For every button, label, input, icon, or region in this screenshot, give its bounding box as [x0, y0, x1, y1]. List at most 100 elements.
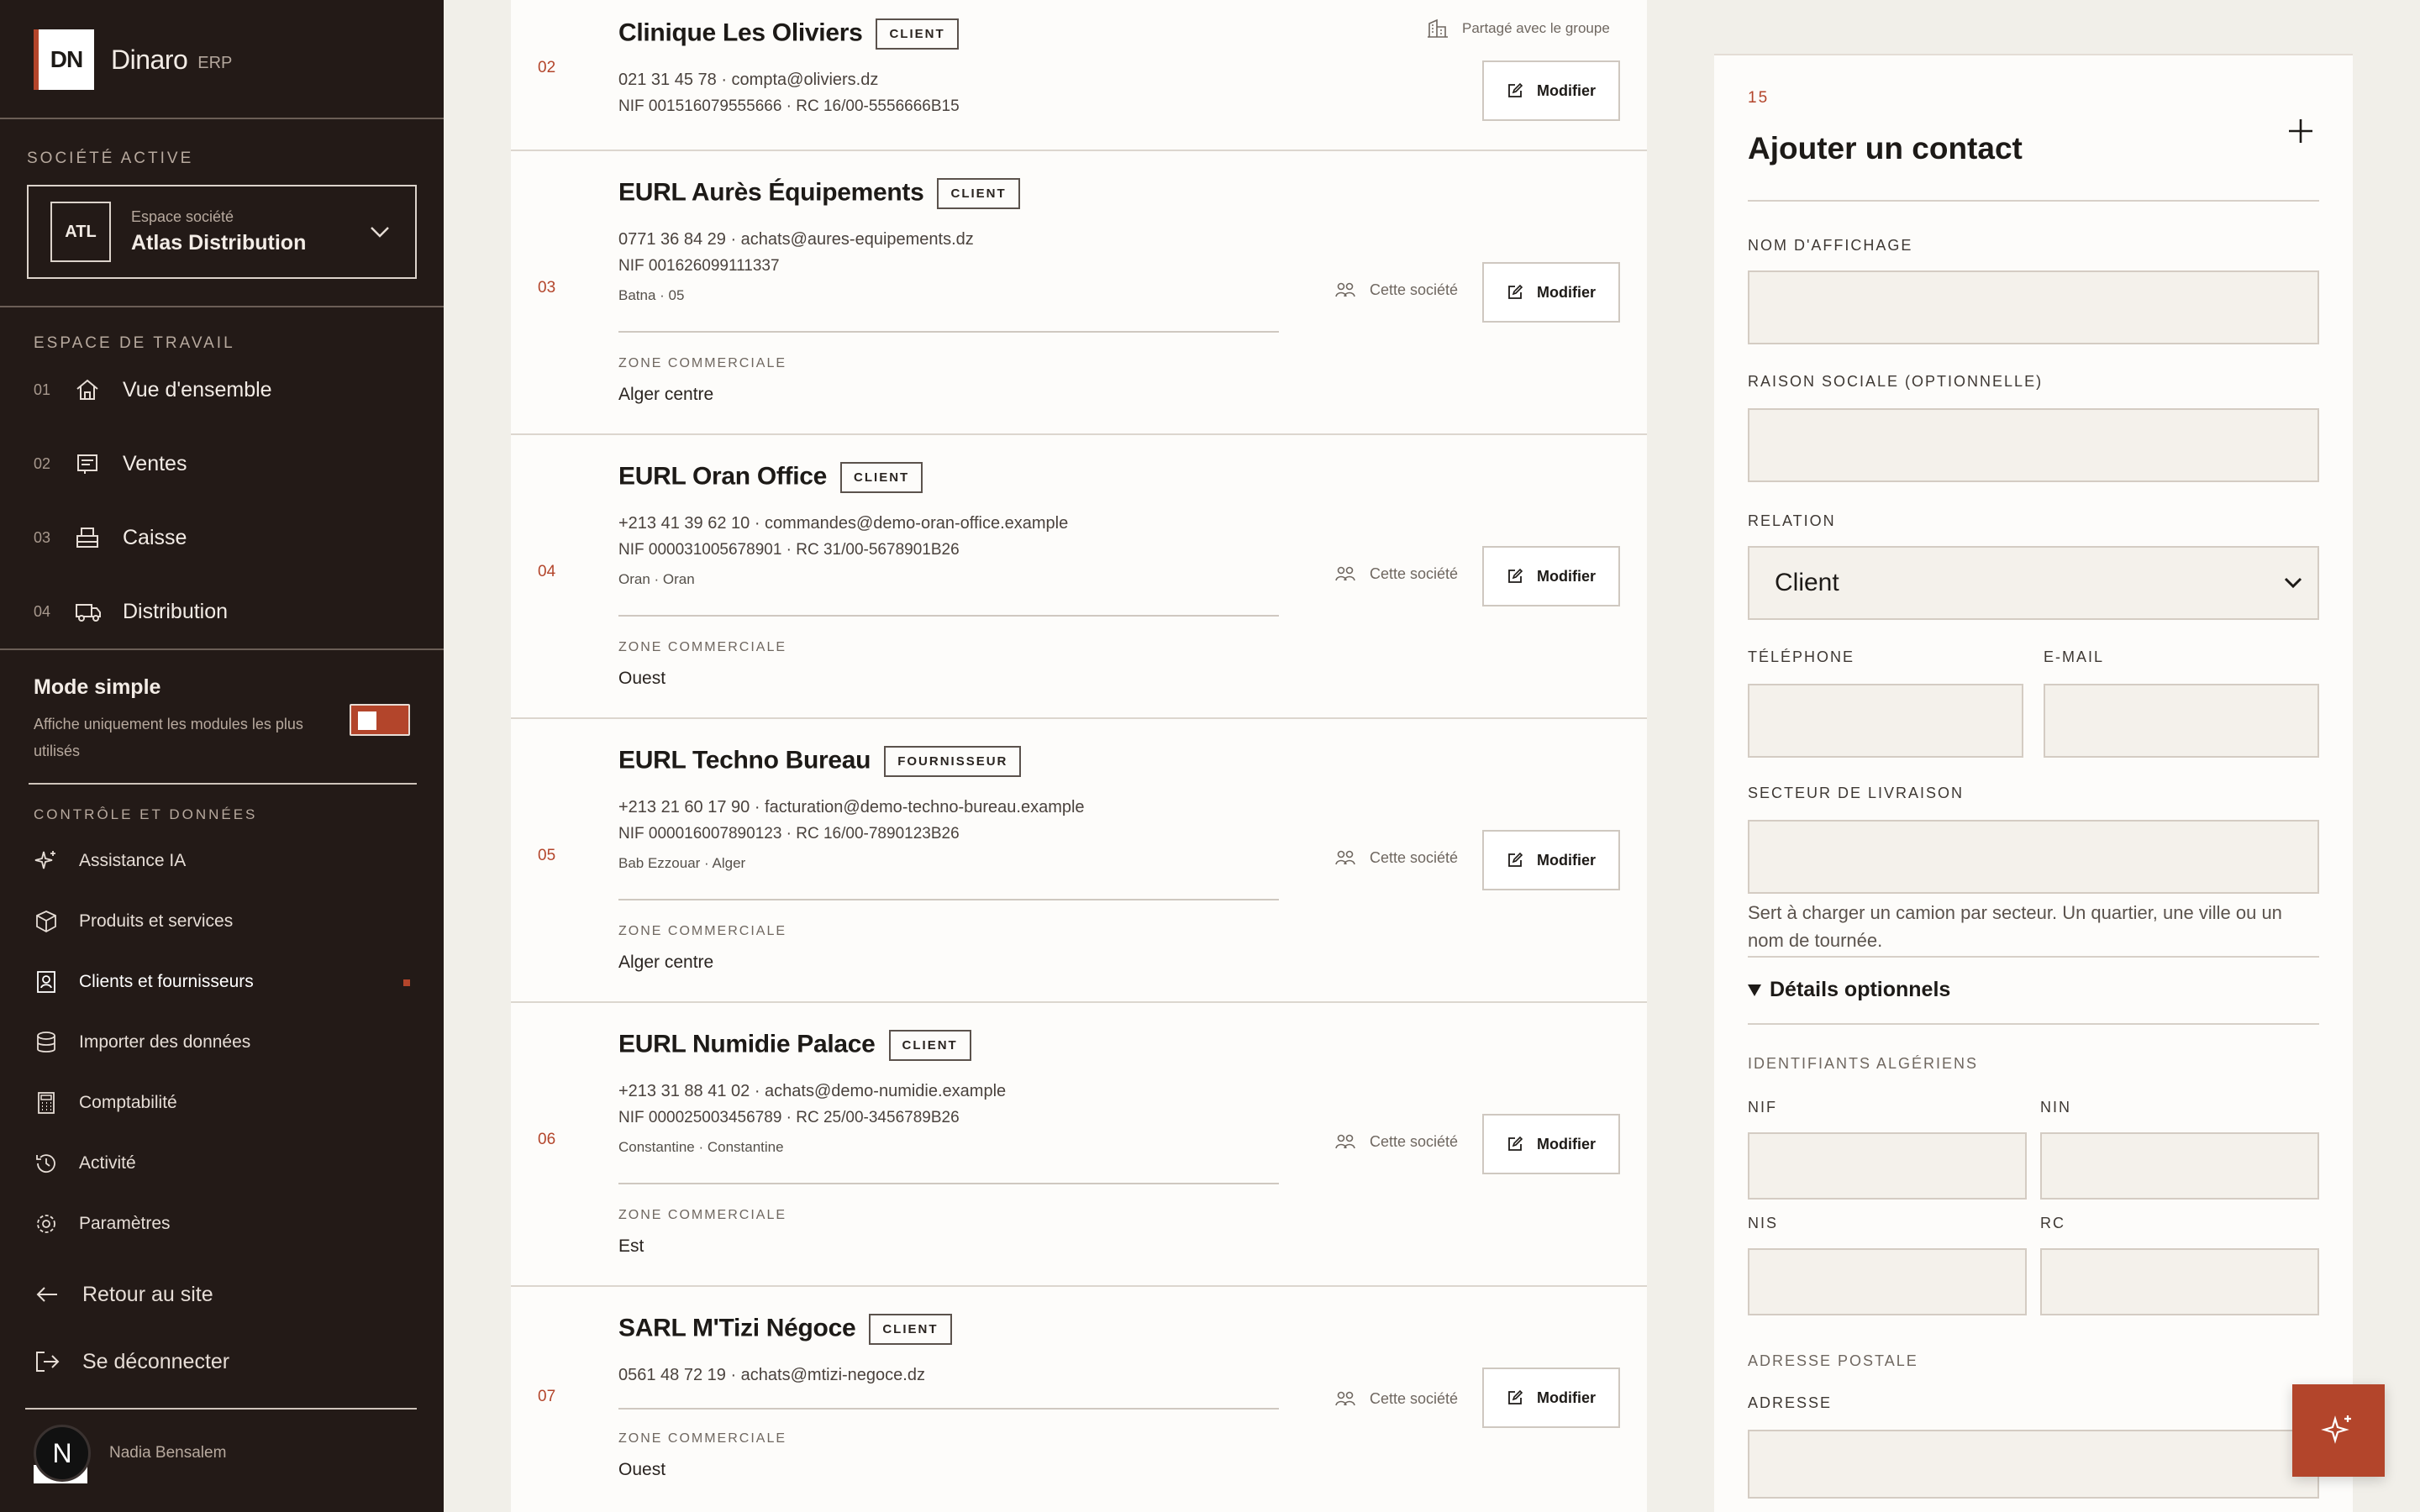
nav-item-sales[interactable]: 02 Ventes [34, 444, 187, 484]
nav-item-activity[interactable]: Activité [34, 1147, 136, 1180]
workspace-nav: 01 Vue d'ensemble 02 Ventes 03 Caisse 04 [0, 370, 444, 647]
toggle-knob [358, 711, 376, 730]
user-name: Nadia Bensalem [109, 1444, 227, 1462]
row-divider [618, 1183, 1279, 1184]
delivery-sector-hint: Sert à charger un camion par secteur. Un… [1748, 902, 2282, 951]
contact-row: 05 EURL Techno Bureau FOURNISSEUR +213 21… [511, 719, 1647, 1003]
phone-input[interactable] [1748, 684, 2023, 758]
add-contact-panel: 15 Ajouter un contact NOM D'AFFICHAGE RA… [1714, 54, 2353, 1512]
contact-name-text: SARL M'Tizi Négoce [618, 1314, 856, 1342]
nav-item-cash[interactable]: 03 Caisse [34, 517, 187, 558]
nav-item-ai-assistance[interactable]: Assistance IA [34, 844, 186, 878]
contact-name: EURL Numidie Palace CLIENT [618, 1030, 971, 1061]
nav-item-products[interactable]: Produits et services [34, 905, 233, 938]
relation-tag: FOURNISSEUR [884, 746, 1022, 777]
contact-name-text: EURL Techno Bureau [618, 746, 871, 774]
divider [29, 783, 417, 785]
contact-details: +213 31 88 41 02 · achats@demo-numidie.e… [618, 1082, 1007, 1100]
plus-icon[interactable] [2287, 118, 2314, 149]
nav-label: Caisse [123, 525, 187, 549]
email-input[interactable] [2044, 684, 2319, 758]
edit-icon [1508, 1136, 1523, 1151]
contact-name-text: EURL Aurès Équipements [618, 178, 924, 207]
chevron-down-icon [363, 226, 397, 238]
contact-row: 06 EURL Numidie Palace CLIENT +213 31 88 … [511, 1003, 1647, 1287]
nav-item-clients-suppliers[interactable]: Clients et fournisseurs [34, 965, 254, 999]
nin-input[interactable] [2040, 1132, 2319, 1200]
contact-name: EURL Oran Office CLIENT [618, 462, 923, 493]
company-badge: ATL [50, 202, 111, 262]
nav-item-distribution[interactable]: 04 Distribution [34, 591, 228, 632]
optional-details-toggle[interactable]: Détails optionnels [1748, 978, 1950, 1002]
zone-label: ZONE COMMERCIALE [618, 356, 787, 370]
nav-label: Importer des données [79, 1032, 251, 1052]
users-icon [1335, 566, 1355, 581]
users-icon [1335, 1134, 1355, 1149]
contact-details: 0771 36 84 29 · achats@aures-equipements… [618, 230, 974, 249]
nav-number: 04 [34, 602, 51, 620]
nif-label: NIF [1748, 1099, 1777, 1116]
chevron-down-icon [2284, 577, 2302, 589]
nav-item-overview[interactable]: 01 Vue d'ensemble [34, 370, 272, 410]
gear-icon [34, 1211, 79, 1236]
contact-name-text: Clinique Les Oliviers [618, 18, 863, 47]
relation-select[interactable]: Client [1748, 546, 2319, 620]
register-icon [74, 524, 111, 551]
contact-row: 03 EURL Aurès Équipements CLIENT 0771 36 … [511, 151, 1647, 435]
back-to-site-link[interactable]: Retour au site [34, 1276, 213, 1313]
contact-details: 0561 48 72 19 · achats@mtizi-negoce.dz [618, 1366, 925, 1384]
address-input[interactable] [1748, 1430, 2319, 1499]
nav-label: Vue d'ensemble [123, 377, 272, 402]
row-divider [618, 331, 1279, 333]
edit-button[interactable]: Modifier [1482, 830, 1620, 890]
row-number: 04 [538, 563, 556, 580]
logout-link[interactable]: Se déconnecter [34, 1343, 229, 1380]
relation-tag: CLIENT [937, 178, 1020, 209]
nav-item-accounting[interactable]: Comptabilité [34, 1086, 177, 1120]
contact-ids: NIF 000016007890123 · RC 16/00-7890123B2… [618, 825, 960, 843]
divider [1748, 1023, 2319, 1025]
avatar: N [34, 1425, 91, 1483]
sidebar: DN Dinaro ERP SOCIÉTÉ ACTIVE ATL Espace … [0, 0, 444, 1512]
form-title: Ajouter un contact [1748, 131, 2023, 165]
company-name-input[interactable] [1748, 408, 2319, 482]
row-divider [618, 615, 1279, 617]
contact-list: 02 Clinique Les Oliviers CLIENT 021 31 45… [511, 0, 1647, 1512]
truck-icon [74, 598, 111, 625]
contact-ids: NIF 000025003456789 · RC 25/00-3456789B2… [618, 1109, 960, 1126]
edit-button[interactable]: Modifier [1482, 60, 1620, 121]
display-name-label: NOM D'AFFICHAGE [1748, 237, 1913, 254]
mode-panel: Mode simple Affiche uniquement les modul… [0, 648, 444, 1512]
scope-label: Cette société [1334, 1389, 1458, 1408]
nif-input[interactable] [1748, 1132, 2027, 1200]
contact-details: +213 21 60 17 90 · facturation@demo-tech… [618, 798, 1085, 816]
algerian-ids-label: IDENTIFIANTS ALGÉRIENS [1748, 1055, 1979, 1072]
company-switcher[interactable]: ATL Espace société Atlas Distribution [27, 185, 417, 279]
delivery-sector-input[interactable] [1748, 820, 2319, 894]
triangle-down-icon [1748, 984, 1761, 996]
ai-assistant-button[interactable] [2292, 1384, 2385, 1477]
nav-item-import[interactable]: Importer des données [34, 1026, 250, 1059]
display-name-input[interactable] [1748, 270, 2319, 344]
rc-input[interactable] [2040, 1248, 2319, 1315]
company-name-label: RAISON SOCIALE (OPTIONNELLE) [1748, 373, 2044, 390]
simple-mode-toggle[interactable] [350, 704, 410, 736]
postal-address-label: ADRESSE POSTALE [1748, 1352, 1918, 1369]
edit-button[interactable]: Modifier [1482, 262, 1620, 323]
contact-details: +213 41 39 62 10 · commandes@demo-oran-o… [618, 514, 1069, 533]
row-number: 03 [538, 279, 556, 297]
edit-button[interactable]: Modifier [1482, 1114, 1620, 1174]
edit-button[interactable]: Modifier [1482, 546, 1620, 606]
nis-input[interactable] [1748, 1248, 2027, 1315]
edit-button[interactable]: Modifier [1482, 1368, 1620, 1428]
zone-label: ZONE COMMERCIALE [618, 924, 787, 938]
zone-value: Alger centre [618, 385, 714, 404]
workspace-label: ESPACE DE TRAVAIL [34, 334, 235, 352]
back-to-site-label: Retour au site [82, 1282, 213, 1306]
contact-name: EURL Techno Bureau FOURNISSEUR [618, 746, 1022, 777]
brand[interactable]: DN Dinaro ERP [34, 29, 232, 91]
nav-item-settings[interactable]: Paramètres [34, 1207, 171, 1241]
zone-value: Ouest [618, 669, 666, 688]
simple-mode-description: Affiche uniquement les modules les plus … [34, 716, 303, 759]
user-profile[interactable]: N Nadia Bensalem [34, 1425, 227, 1483]
